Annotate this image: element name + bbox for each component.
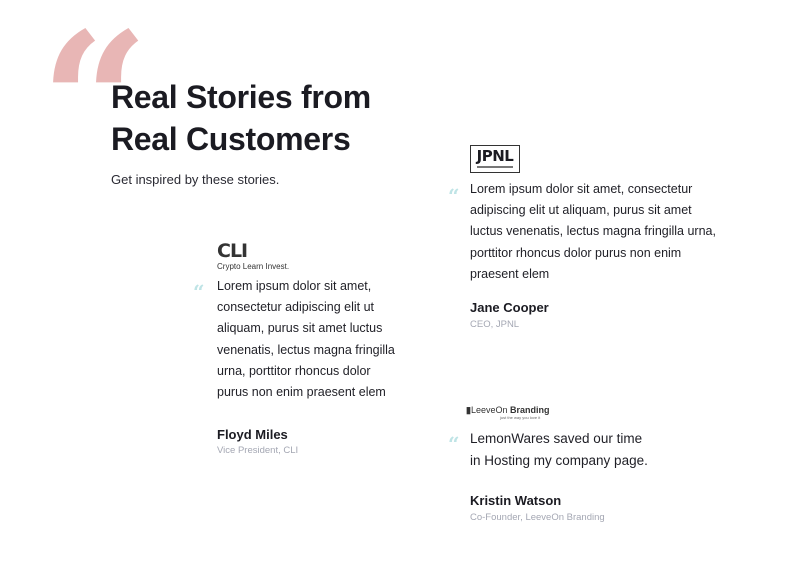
- jpnl-logo: JPNL: [470, 145, 520, 173]
- cli-logo-tagline: Crypto Learn Invest.: [217, 262, 290, 271]
- author-name: Jane Cooper: [470, 300, 549, 315]
- testimonial-text: Lorem ipsum dolor sit amet, consectetur a…: [470, 182, 716, 281]
- cli-logo: CLI: [217, 240, 248, 262]
- author-role: Co-Founder, LeeveOn Branding: [470, 512, 605, 523]
- author-name: Kristin Watson: [470, 493, 562, 508]
- leeveon-logo: ▮LeeveOn Branding just the way you love …: [466, 405, 550, 420]
- author-role: CEO, JPNL: [470, 319, 520, 330]
- testimonial-text: LemonWares saved our time in Hosting my c…: [470, 431, 648, 468]
- quote-icon: “: [448, 432, 460, 456]
- quote-icon: “: [448, 184, 460, 208]
- quote-icon: “: [193, 280, 205, 304]
- author-role: Vice President, CLI: [217, 445, 299, 456]
- author-name: Floyd Miles: [217, 427, 288, 442]
- page-subtitle: Get inspired by these stories.: [111, 172, 280, 187]
- page-title: Real Stories from Real Customers: [111, 79, 371, 157]
- testimonial-text: Lorem ipsum dolor sit amet, consectetur a…: [217, 279, 395, 400]
